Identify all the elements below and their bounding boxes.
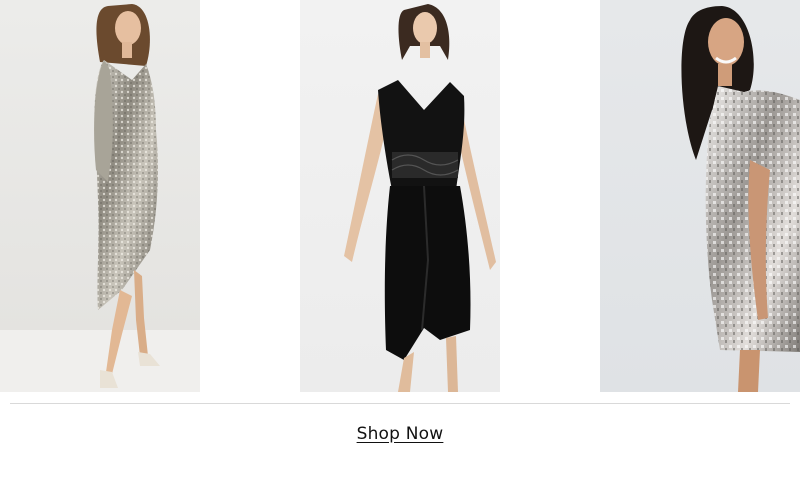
product-image-row	[0, 0, 800, 392]
product-card-1[interactable]	[0, 0, 200, 392]
divider	[10, 403, 790, 404]
product-image-black-velvet-lace-midi-dress	[344, 4, 496, 392]
product-image-silver-sequin-wrap-midi-dress	[0, 4, 200, 392]
product-card-3[interactable]	[600, 0, 800, 392]
page: Shop Now	[0, 0, 800, 486]
shop-now-link[interactable]: Shop Now	[357, 424, 444, 444]
product-card-2[interactable]	[300, 0, 500, 392]
product-image-silver-sequin-tshirt-dress	[681, 6, 800, 392]
cta-container: Shop Now	[0, 424, 800, 444]
